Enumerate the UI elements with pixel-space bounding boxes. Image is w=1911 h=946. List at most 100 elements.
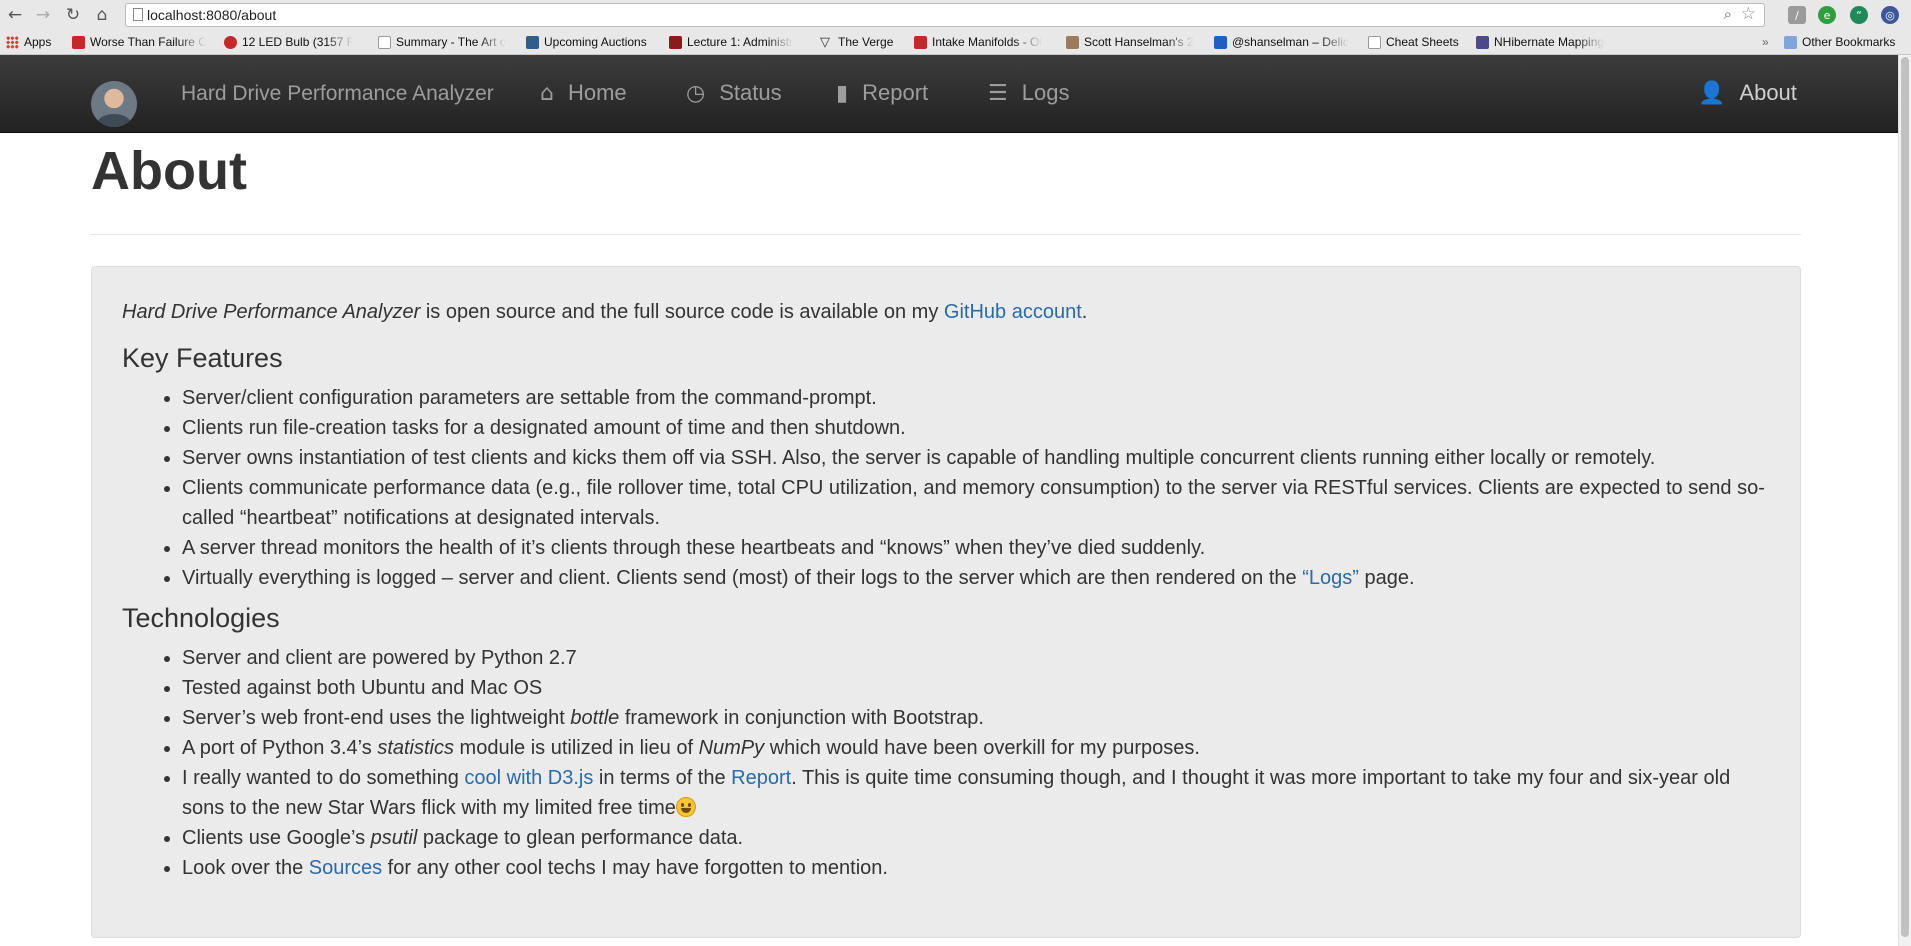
whatsapp-icon[interactable]: ◎	[1881, 6, 1899, 24]
report-link[interactable]: Report	[731, 767, 791, 789]
technologies-heading: Technologies	[122, 603, 280, 633]
bookmark-favicon	[669, 35, 682, 49]
list-item-text: package to glean performance data.	[417, 827, 744, 849]
list-item: A port of Python 3.4’s statistics module…	[182, 733, 1772, 763]
bookmark-item[interactable]: Scott Hanselman's 2	[1066, 34, 1198, 50]
sources-link[interactable]: Sources	[309, 857, 382, 879]
nav-status-label: Status	[719, 80, 782, 105]
list-item: Clients communicate performance data (e.…	[182, 473, 1772, 533]
navbar-brand[interactable]: Hard Drive Performance Analyzer	[181, 82, 494, 106]
bookmark-item[interactable]: Intake Manifolds - Ol	[914, 34, 1050, 50]
dashboard-icon: ◷	[686, 80, 706, 106]
bookmark-item[interactable]: NHibernate Mapping	[1476, 34, 1614, 50]
list-item-text: Clients use Google’s	[182, 827, 371, 849]
list-item-text: in terms of the	[593, 767, 732, 789]
bookmark-favicon	[72, 35, 85, 49]
hangouts-icon[interactable]: “	[1850, 6, 1868, 24]
page-title: About	[91, 141, 247, 201]
nav-about[interactable]: 👤 About	[1698, 80, 1797, 106]
list-item-text: page.	[1358, 567, 1415, 589]
bookmark-favicon	[224, 35, 237, 49]
about-well: Hard Drive Performance Analyzer is open …	[91, 266, 1801, 938]
emphasis: NumPy	[698, 737, 765, 759]
forward-icon[interactable]: →	[32, 4, 54, 26]
intro-end: .	[1081, 301, 1088, 323]
title-divider	[91, 234, 1801, 235]
app-name: Hard Drive Performance Analyzer	[122, 301, 421, 323]
back-icon[interactable]: ←	[4, 4, 26, 26]
list-item-text: Look over the	[182, 857, 309, 879]
bookmark-item[interactable]: ▽ The Verge	[820, 34, 893, 50]
list-item: Clients run file-creation tasks for a de…	[182, 413, 1772, 443]
page-icon	[378, 35, 391, 49]
features-list: Server/client configuration parameters a…	[122, 383, 1772, 593]
list-item: Server/client configuration parameters a…	[182, 383, 1772, 413]
bookmark-apps[interactable]: Apps	[6, 34, 51, 50]
list-item-text: A port of Python 3.4’s	[182, 737, 378, 759]
scrollbar-thumb[interactable]	[1901, 57, 1909, 937]
list-item-text: which would have been overkill for my pu…	[764, 737, 1200, 759]
zoom-icon[interactable]: ⌕	[1724, 5, 1732, 23]
bookmark-item[interactable]: Worse Than Failure C	[72, 34, 206, 50]
other-bookmarks[interactable]: Other Bookmarks	[1784, 34, 1895, 50]
bookmark-favicon	[526, 35, 539, 49]
avatar[interactable]	[91, 81, 137, 127]
page-icon	[133, 8, 143, 21]
bookmark-item[interactable]: Lecture 1: Administr	[669, 34, 807, 50]
stats-icon: ▮	[836, 80, 849, 106]
bookmark-favicon	[1476, 35, 1489, 49]
logs-link[interactable]: “Logs”	[1302, 567, 1359, 589]
list-item-text: framework in conjunction with Bootstrap.	[619, 707, 984, 729]
extension-icon[interactable]: /	[1788, 6, 1806, 24]
nav-about-label: About	[1739, 80, 1797, 105]
bookmark-item[interactable]: Upcoming Auctions	[526, 34, 647, 50]
nav-status[interactable]: ◷ Status	[686, 80, 782, 106]
list-item-text: Server’s web front-end uses the lightwei…	[182, 707, 571, 729]
intro-text: is open source and the full source code …	[420, 301, 944, 323]
folder-icon	[1784, 35, 1797, 49]
list-item: Server and client are powered by Python …	[182, 643, 1772, 673]
list-item: Server’s web front-end uses the lightwei…	[182, 703, 1772, 733]
bookmark-favicon	[1066, 35, 1079, 49]
bookmarks-overflow-button[interactable]: »	[1762, 34, 1769, 50]
bookmark-item[interactable]: Summary - The Art o	[378, 34, 514, 50]
address-bar[interactable]: localhost:8080/about ⌕ ☆	[125, 3, 1765, 27]
nav-home-label: Home	[567, 80, 627, 105]
scrollbar[interactable]	[1898, 55, 1911, 946]
verge-icon: ▽	[820, 34, 830, 50]
list-item-text: module is utilized in lieu of	[454, 737, 699, 759]
evernote-icon[interactable]: e	[1818, 6, 1836, 24]
emphasis: bottle	[570, 707, 620, 729]
emphasis: psutil	[370, 827, 418, 849]
github-link[interactable]: GitHub account	[944, 301, 1082, 323]
list-item-text: Virtually everything is logged – server …	[182, 567, 1303, 589]
bookmark-item[interactable]: @shanselman – Delic	[1214, 34, 1350, 50]
list-item-text: for any other cool techs I may have forg…	[382, 857, 888, 879]
nav-report[interactable]: ▮ Report	[836, 80, 928, 106]
key-features-heading: Key Features	[122, 343, 283, 373]
nav-logs[interactable]: ☰ Logs	[988, 80, 1069, 106]
list-item: I really wanted to do something cool wit…	[182, 763, 1772, 823]
browser-toolbar: ← → ↻ ⌂ localhost:8080/about ⌕ ☆ / e “ ◎	[0, 0, 1911, 31]
intro-paragraph: Hard Drive Performance Analyzer is open …	[122, 297, 1772, 327]
nav-home[interactable]: ⌂ Home	[540, 80, 627, 106]
smiley-icon	[675, 797, 696, 817]
user-icon: 👤	[1698, 80, 1726, 106]
bookmark-star-icon[interactable]: ☆	[1741, 4, 1756, 24]
nav-logs-label: Logs	[1021, 80, 1070, 105]
technologies-list: Server and client are powered by Python …	[122, 643, 1772, 883]
list-item-text: I really wanted to do something	[182, 767, 465, 789]
bookmark-favicon	[914, 35, 927, 49]
home-browser-icon[interactable]: ⌂	[91, 4, 113, 26]
bookmarks-bar: Apps Worse Than Failure C 12 LED Bulb (3…	[0, 30, 1911, 55]
bookmark-favicon	[1214, 35, 1227, 49]
emphasis: statistics	[377, 737, 454, 759]
apps-grid-icon	[6, 35, 19, 49]
bookmark-item[interactable]: 12 LED Bulb (3157 F	[224, 34, 360, 50]
url-text[interactable]: localhost:8080/about	[147, 7, 276, 23]
list-item: Tested against both Ubuntu and Mac OS	[182, 673, 1772, 703]
list-item: Server owns instantiation of test client…	[182, 443, 1772, 473]
bookmark-item[interactable]: Cheat Sheets	[1368, 34, 1459, 50]
d3-link[interactable]: cool with D3.js	[464, 767, 593, 789]
reload-icon[interactable]: ↻	[62, 4, 84, 26]
